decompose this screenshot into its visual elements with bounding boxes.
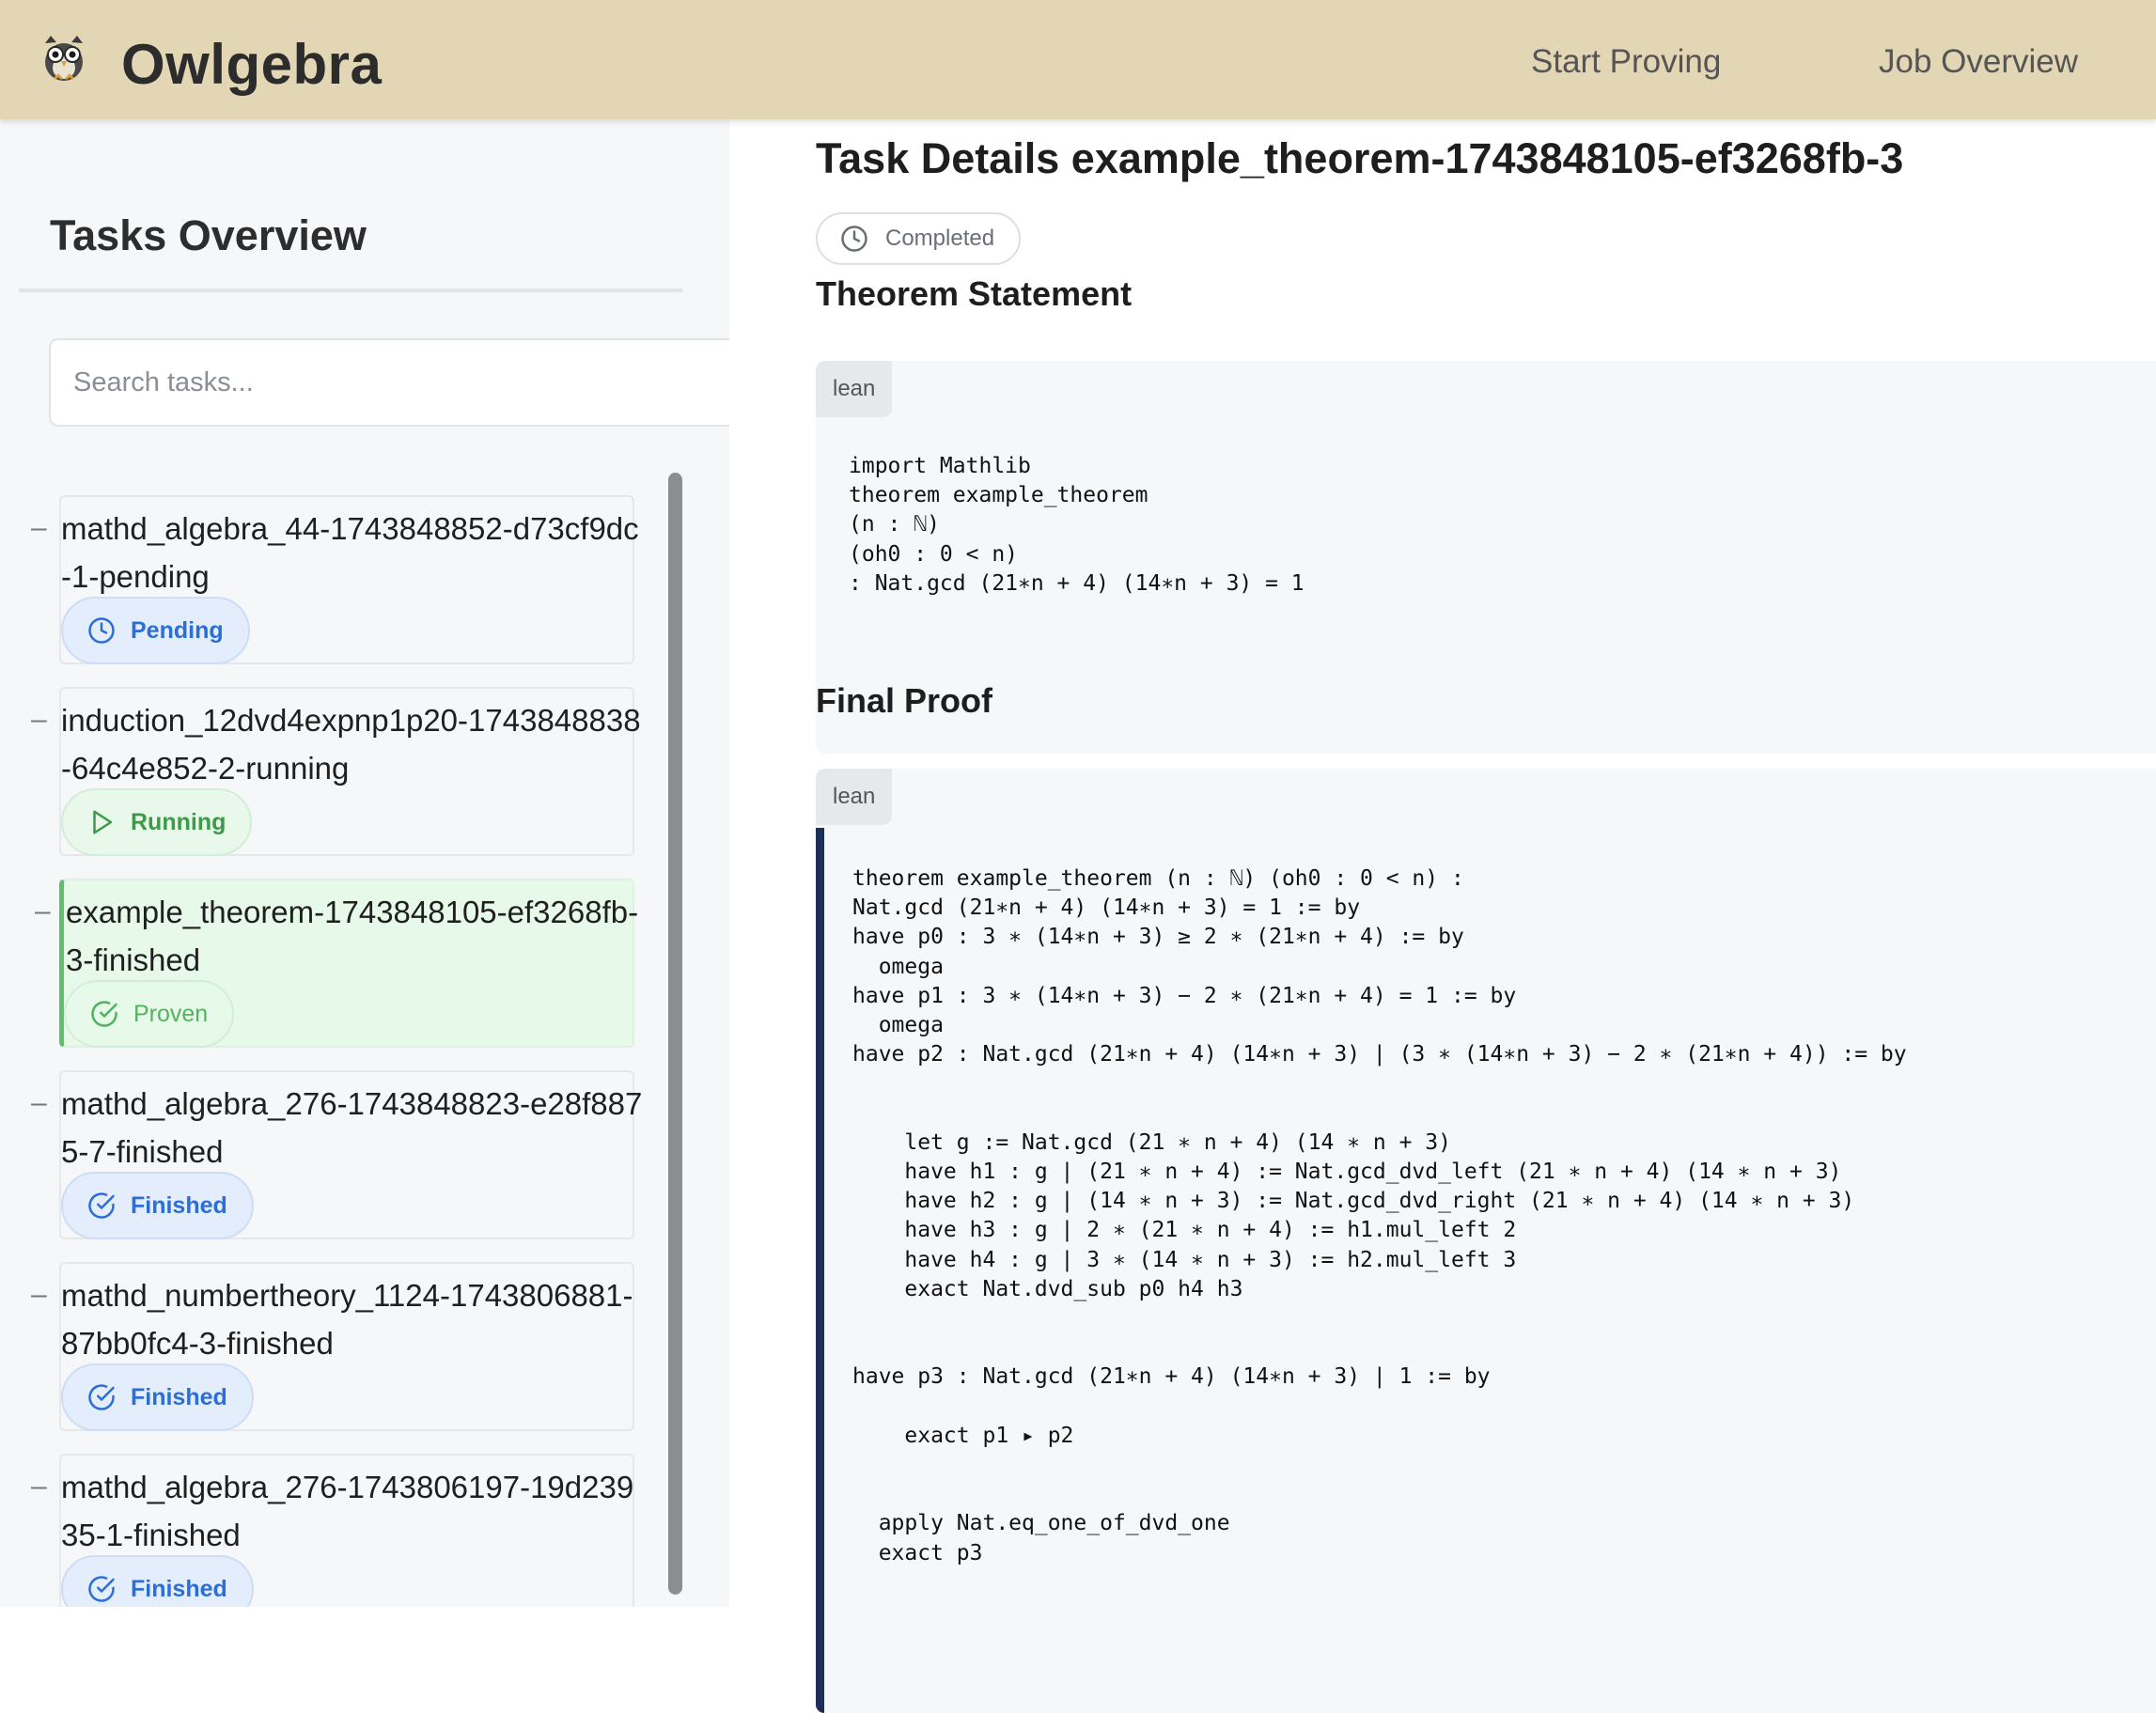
sidebar-divider: [19, 288, 683, 292]
task-name[interactable]: example_theorem-1743848105-ef3268fb-3-fi…: [66, 888, 648, 984]
task-list-item[interactable]: – mathd_algebra_276-1743806197-19d23935-…: [0, 1454, 658, 1607]
status-badge: Proven: [64, 980, 235, 1048]
tasks-sidebar: Tasks Overview – mathd_algebra_44-174384…: [0, 119, 729, 1607]
task-name[interactable]: mathd_algebra_276-1743806197-19d23935-1-…: [61, 1463, 644, 1559]
task-list-item[interactable]: – mathd_numbertheory_1124-1743806881-87b…: [0, 1262, 658, 1431]
list-dash: –: [31, 1087, 47, 1118]
status-badge: Finished: [61, 1363, 254, 1431]
proof-code: theorem example_theorem (n : ℕ) (oh0 : 0…: [852, 866, 1907, 1565]
task-list-item[interactable]: – mathd_algebra_276-1743848823-e28f8875-…: [0, 1070, 658, 1239]
code-language-label: lean: [816, 361, 893, 417]
task-card[interactable]: mathd_numbertheory_1124-1743806881-87bb0…: [59, 1262, 634, 1431]
status-badge-label: Finished: [131, 1191, 227, 1219]
status-badge-label: Proven: [133, 1000, 209, 1027]
status-badge: Finished: [61, 1172, 254, 1239]
theorem-code: import Mathlib theorem example_theorem (…: [849, 454, 1305, 596]
status-badge-label: Pending: [131, 616, 224, 644]
check-circle-icon: [91, 1001, 117, 1027]
theorem-code-block: lean import Mathlib theorem example_theo…: [816, 361, 2156, 754]
list-dash: –: [35, 895, 51, 927]
task-list-item[interactable]: – mathd_algebra_44-1743848852-d73cf9dc-1…: [0, 495, 658, 664]
task-list-item-selected[interactable]: – example_theorem-1743848105-ef3268fb-3-…: [0, 879, 658, 1048]
status-badge-label: Finished: [131, 1383, 227, 1410]
status-badge: Completed: [816, 212, 1022, 265]
task-name[interactable]: mathd_algebra_44-1743848852-d73cf9dc-1-p…: [61, 505, 644, 600]
list-dash: –: [31, 1279, 47, 1310]
task-card[interactable]: induction_12dvd4expnp1p20-1743848838-64c…: [59, 687, 641, 856]
list-dash: –: [31, 1471, 47, 1502]
code-language-label: lean: [816, 769, 893, 825]
status-label: Completed: [885, 226, 995, 251]
search-input[interactable]: [51, 340, 729, 425]
task-card[interactable]: mathd_algebra_44-1743848852-d73cf9dc-1-p…: [59, 495, 639, 664]
task-details-panel: Task Details example_theorem-1743848105-…: [729, 119, 2156, 1713]
task-card[interactable]: mathd_algebra_276-1743806197-19d23935-1-…: [59, 1454, 634, 1607]
page-title: Task Details example_theorem-1743848105-…: [816, 134, 1904, 182]
list-dash: –: [31, 512, 47, 543]
app-title[interactable]: Owlgebra: [121, 34, 382, 96]
check-circle-icon: [88, 1576, 115, 1602]
status-badge-label: Finished: [131, 1575, 227, 1602]
task-name[interactable]: induction_12dvd4expnp1p20-1743848838-64c…: [61, 696, 644, 792]
clock-icon: [841, 226, 867, 252]
task-name[interactable]: mathd_numbertheory_1124-1743806881-87bb0…: [61, 1271, 644, 1367]
status-badge-label: Running: [131, 808, 227, 835]
proof-code-block: lean theorem example_theorem (n : ℕ) (oh…: [816, 769, 2156, 1713]
status-badge: Running: [61, 788, 253, 856]
sidebar-scrollbar[interactable]: [668, 473, 682, 1595]
task-card[interactable]: mathd_algebra_276-1743848823-e28f8875-7-…: [59, 1070, 642, 1239]
sidebar-title: Tasks Overview: [50, 211, 367, 259]
code-accent-bar: [816, 828, 824, 1713]
task-list-item[interactable]: – induction_12dvd4expnp1p20-1743848838-6…: [0, 687, 658, 856]
owl-logo-icon[interactable]: [38, 34, 90, 83]
check-circle-icon: [88, 1384, 115, 1410]
nav-job-overview[interactable]: Job Overview: [1879, 43, 2078, 81]
check-circle-icon: [88, 1192, 115, 1219]
play-icon: [93, 810, 113, 834]
proof-heading: Final Proof: [816, 681, 992, 720]
task-card-selected[interactable]: example_theorem-1743848105-ef3268fb-3-fi…: [59, 879, 638, 1048]
status-badge: Finished: [61, 1555, 254, 1607]
nav-start-proving[interactable]: Start Proving: [1531, 43, 1721, 81]
search-box[interactable]: [49, 338, 729, 427]
theorem-heading: Theorem Statement: [816, 274, 1133, 313]
clock-icon: [88, 617, 115, 644]
list-dash: –: [31, 704, 47, 735]
status-badge: Pending: [61, 597, 250, 664]
top-navbar: Owlgebra Start Proving Job Overview: [0, 0, 2156, 119]
task-name[interactable]: mathd_algebra_276-1743848823-e28f8875-7-…: [61, 1080, 644, 1176]
